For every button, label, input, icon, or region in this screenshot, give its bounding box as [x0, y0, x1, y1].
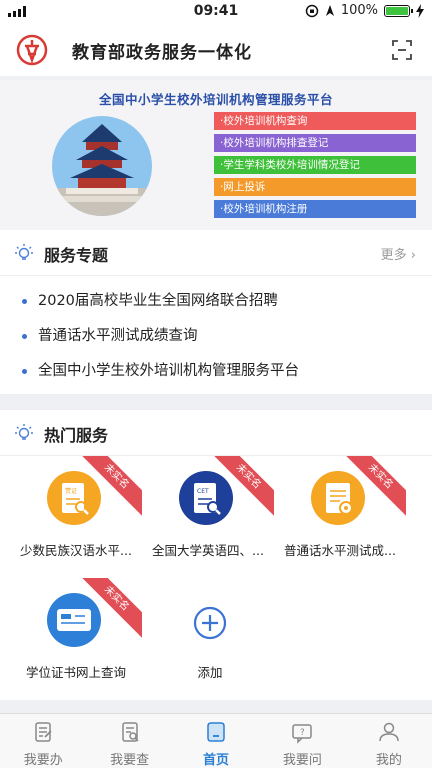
scan-icon[interactable]	[392, 40, 412, 60]
battery-percent: 100%	[340, 3, 378, 18]
service-tile-label: 少数民族汉语水平...	[20, 543, 132, 558]
temple-of-heaven-image	[52, 116, 152, 216]
service-tile[interactable]: 赞证 未实名 少数民族汉语水平...	[10, 456, 142, 566]
svg-text:?: ?	[300, 728, 305, 738]
banner-link[interactable]: ·校外培训机构查询	[214, 112, 416, 130]
service-icon: CET	[179, 471, 233, 525]
tab-icon	[207, 722, 225, 742]
service-tile[interactable]: 未实名 普通话水平测试成...	[274, 456, 406, 566]
banner-link[interactable]: ·网上投诉	[214, 178, 416, 196]
service-icon	[47, 593, 101, 647]
tab-icon: ?	[292, 724, 313, 744]
service-tile-label: 学位证书网上查询	[25, 665, 126, 680]
charging-icon	[416, 3, 424, 18]
tab-ask[interactable]: ? 我要问	[259, 714, 345, 768]
topic-list-item[interactable]: 普通话水平测试成绩查询	[0, 319, 432, 354]
banner-link[interactable]: ·校外培训机构注册	[214, 200, 416, 218]
section-title: 服务专题	[44, 246, 109, 265]
add-icon	[193, 606, 227, 640]
ministry-logo-icon	[16, 34, 48, 66]
tab-icon	[35, 722, 52, 742]
bottom-tab-bar: 我要办 我要查 首页? 我要问 我的	[0, 713, 432, 768]
topic-list-item[interactable]: 全国中小学生校外培训机构管理服务平台	[0, 354, 432, 389]
tab-label: 我要办	[23, 753, 63, 768]
tab-todo[interactable]: 我要办	[0, 714, 86, 768]
battery-icon	[384, 4, 413, 17]
tab-label: 我的	[375, 753, 402, 768]
add-label: 添加	[197, 665, 223, 680]
tab-search[interactable]: 我要查	[86, 714, 172, 768]
service-icon: 赞证	[47, 471, 101, 525]
service-tile-label: 全国大学英语四、...	[152, 543, 264, 558]
page-title: 教育部政务服务一体化	[72, 43, 252, 63]
service-topics-section: 服务专题 更多 › 2020届高校毕业生全国网络联合招聘 普通话水平测试成绩查询全…	[0, 230, 432, 394]
svg-text:赞证: 赞证	[65, 487, 77, 495]
status-bar: 09:41 100%	[0, 0, 432, 24]
tab-icon	[379, 722, 399, 742]
add-service-button[interactable]: 添加	[144, 578, 276, 688]
banner-link[interactable]: ·校外培训机构排查登记	[214, 134, 416, 152]
banner-link[interactable]: ·学生学科类校外培训情况登记	[214, 156, 416, 174]
tab-label: 首页	[203, 753, 230, 768]
svg-text:CET: CET	[197, 488, 209, 495]
promo-banner[interactable]: 全国中小学生校外培训机构管理服务平台 ·校外培训机构查询 ·校外培训机构排查登记 ·…	[0, 80, 432, 230]
alarm-icon	[325, 4, 334, 16]
section-title: 热门服务	[44, 426, 109, 445]
tab-label: 我要查	[110, 753, 150, 768]
more-link[interactable]: 更多 ›	[381, 244, 416, 263]
rotation-lock-icon	[305, 4, 319, 17]
banner-title: 全国中小学生校外培训机构管理服务平台	[98, 92, 333, 107]
tab-icon	[121, 722, 139, 742]
lightbulb-icon	[15, 424, 33, 440]
service-tile[interactable]: 未实名 学位证书网上查询	[10, 578, 142, 688]
topic-list-item[interactable]: 2020届高校毕业生全国网络联合招聘	[0, 284, 432, 319]
tab-label: 我要问	[282, 753, 322, 768]
tab-mine[interactable]: 我的	[346, 714, 432, 768]
service-tile[interactable]: CET 未实名 全国大学英语四、...	[142, 456, 274, 566]
service-icon	[311, 471, 365, 525]
tab-home[interactable]: 首页	[173, 714, 259, 768]
chevron-right-icon: ›	[410, 248, 416, 263]
hot-services-section: 热门服务 赞证 未实名 少数民族汉语水平... CET 未实名 全国大学英语四、... 未实…	[0, 410, 432, 700]
service-tile-label: 普通话水平测试成...	[284, 543, 396, 558]
app-header: 教育部政务服务一体化	[0, 24, 432, 76]
lightbulb-icon	[15, 244, 33, 260]
